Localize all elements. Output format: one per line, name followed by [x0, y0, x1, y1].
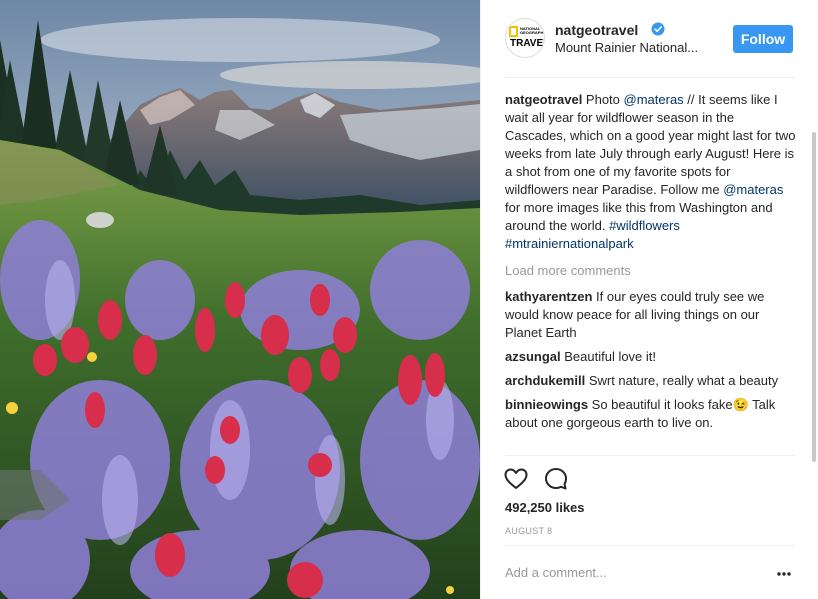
yellow-frame-icon [509, 26, 518, 37]
logo-big-text: TRAVEL [510, 38, 544, 49]
more-options-icon[interactable] [777, 572, 791, 576]
post-photo[interactable] [0, 0, 480, 599]
caption: natgeotravel Photo @materas // It seems … [505, 91, 797, 253]
comments-list: natgeotravel Photo @materas // It seems … [505, 91, 797, 438]
comment-item: archdukemill Swrt nature, really what a … [505, 372, 797, 390]
comment-item: azsungal Beautiful love it! [505, 348, 797, 366]
comment-text: Swrt nature, really what a beauty [585, 373, 779, 388]
hashtag-link[interactable]: #wildflowers [609, 218, 680, 233]
header-divider [505, 77, 795, 78]
comment-icon[interactable] [543, 466, 569, 492]
post-header: NATIONAL GEOGRAPHIC TRAVEL natgeotravel … [481, 0, 818, 77]
comment-username[interactable]: azsungal [505, 349, 561, 364]
add-comment-input[interactable]: Add a comment... [505, 565, 607, 580]
instagram-post: NATIONAL GEOGRAPHIC TRAVEL natgeotravel … [0, 0, 818, 599]
comments-scrollbar[interactable] [812, 4, 816, 534]
caption-text: Photo [582, 92, 624, 107]
likes-count[interactable]: 492,250 likes [505, 500, 585, 515]
header-username[interactable]: natgeotravel [555, 22, 638, 38]
comment-text: Beautiful love it! [560, 349, 657, 364]
caption-username[interactable]: natgeotravel [505, 92, 582, 107]
follow-button[interactable]: Follow [733, 25, 793, 53]
comment-item: binnieowings So beautiful it looks fake😉… [505, 396, 797, 432]
avatar[interactable]: NATIONAL GEOGRAPHIC TRAVEL [505, 18, 545, 58]
natgeo-travel-logo: NATIONAL GEOGRAPHIC TRAVEL [509, 26, 545, 50]
heart-icon[interactable] [503, 466, 529, 492]
bottom-divider [505, 545, 795, 546]
verified-badge-icon [651, 22, 665, 36]
location-link[interactable]: Mount Rainier National... [555, 40, 715, 55]
scrollbar-thumb[interactable] [812, 132, 816, 462]
wildflower-meadow-photo [0, 0, 480, 599]
comment-username[interactable]: kathyarentzen [505, 289, 592, 304]
mention-link[interactable]: @materas [624, 92, 684, 107]
post-date[interactable]: AUGUST 8 [505, 526, 552, 536]
logo-small-text: NATIONAL GEOGRAPHIC [520, 26, 545, 35]
mention-link[interactable]: @materas [723, 182, 783, 197]
comment-username[interactable]: archdukemill [505, 373, 585, 388]
post-side-panel: NATIONAL GEOGRAPHIC TRAVEL natgeotravel … [480, 0, 818, 599]
actions-divider [505, 455, 795, 456]
load-more-comments-button[interactable]: Load more comments [505, 262, 797, 280]
comment-username[interactable]: binnieowings [505, 397, 588, 412]
hashtag-link[interactable]: #mtrainiernationalpark [505, 236, 634, 251]
comment-item: kathyarentzen If our eyes could truly se… [505, 288, 797, 342]
